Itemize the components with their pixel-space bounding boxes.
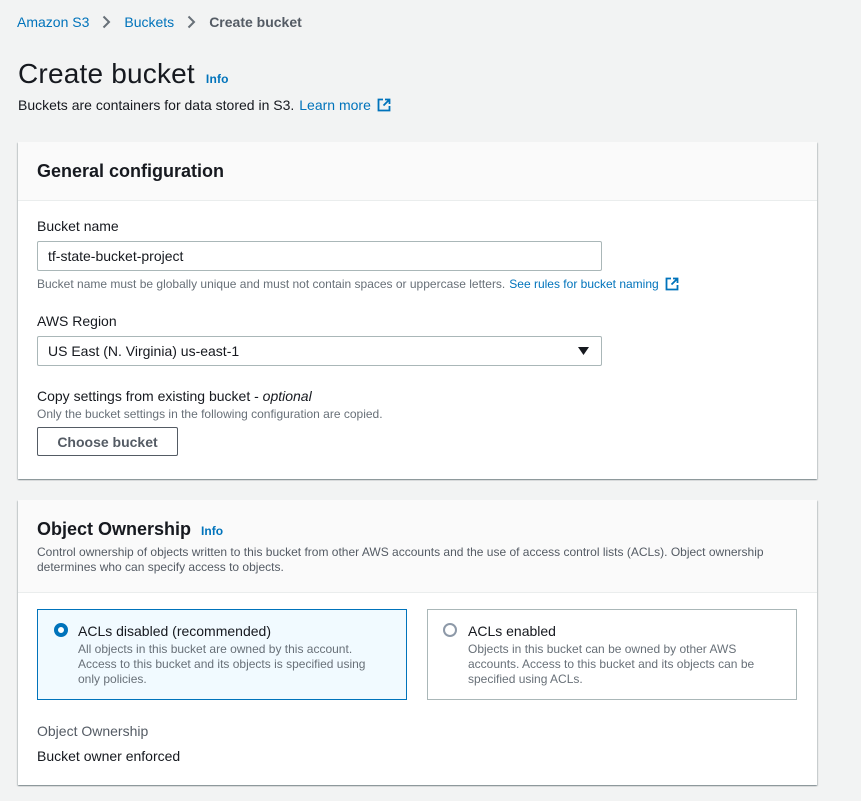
aws-region-label: AWS Region: [37, 313, 117, 329]
acls-enabled-title: ACLs enabled: [468, 623, 556, 639]
bucket-naming-rules-link[interactable]: See rules for bucket naming: [509, 277, 658, 291]
object-ownership-result-label: Object Ownership: [37, 723, 149, 739]
object-ownership-info-link[interactable]: Info: [201, 524, 223, 538]
choose-bucket-button[interactable]: Choose bucket: [37, 427, 178, 456]
page-description-text: Buckets are containers for data stored i…: [18, 97, 295, 113]
info-link[interactable]: Info: [206, 72, 229, 86]
breadcrumb-current: Create bucket: [209, 14, 302, 30]
acls-enabled-tile[interactable]: ACLs enabled Objects in this bucket can …: [427, 609, 797, 700]
aws-region-select[interactable]: US East (N. Virginia) us-east-1: [37, 336, 602, 366]
chevron-right-icon: [187, 15, 196, 29]
acls-enabled-description: Objects in this bucket can be owned by o…: [468, 642, 754, 687]
acls-disabled-desc-line1: All objects in this bucket are owned by …: [78, 642, 353, 656]
general-configuration-header: General configuration: [18, 142, 817, 201]
chevron-right-icon: [102, 15, 111, 29]
page-title: Create bucket: [18, 58, 195, 89]
copy-settings-label: Copy settings from existing bucket - opt…: [37, 388, 312, 404]
general-configuration-panel: General configuration Bucket name tf-sta…: [18, 142, 817, 479]
bucket-name-input[interactable]: tf-state-bucket-project: [37, 241, 602, 271]
breadcrumb: Amazon S3 Buckets Create bucket: [17, 12, 302, 32]
acls-enabled-radio[interactable]: [443, 623, 457, 637]
object-ownership-title-row: Object Ownership Info: [37, 519, 223, 540]
acls-disabled-tile[interactable]: ACLs disabled (recommended) All objects …: [37, 609, 407, 700]
acls-enabled-desc-line1: Objects in this bucket can be owned by o…: [468, 642, 737, 656]
acls-disabled-description: All objects in this bucket are owned by …: [78, 642, 365, 687]
general-configuration-title: General configuration: [37, 161, 225, 181]
object-ownership-header: Object Ownership Info Control ownership …: [18, 500, 817, 593]
bucket-name-value: tf-state-bucket-project: [48, 248, 184, 264]
bucket-name-label: Bucket name: [37, 218, 119, 234]
object-ownership-title: Object Ownership: [37, 519, 192, 539]
object-ownership-description-line1: Control ownership of objects written to …: [37, 545, 764, 559]
learn-more-link[interactable]: Learn more: [299, 97, 371, 113]
object-ownership-description-line2: determines who can specify access to obj…: [37, 560, 284, 574]
page-description: Buckets are containers for data stored i…: [18, 97, 391, 113]
copy-settings-hint: Only the bucket settings in the followin…: [37, 407, 383, 421]
copy-settings-text: Copy settings from existing bucket -: [37, 388, 263, 404]
acls-enabled-desc-line2: accounts. Access to this bucket and its …: [468, 657, 755, 671]
breadcrumb-amazon-s3[interactable]: Amazon S3: [17, 14, 89, 30]
object-ownership-description: Control ownership of objects written to …: [37, 545, 764, 575]
acls-disabled-desc-line2: Access to this bucket and its objects is…: [78, 657, 366, 671]
bucket-name-hint-text: Bucket name must be globally unique and …: [37, 277, 506, 291]
external-link-icon: [665, 277, 679, 291]
external-link-icon: [377, 98, 391, 112]
acls-disabled-desc-line3: only policies.: [78, 672, 147, 686]
acls-enabled-desc-line3: specified using ACLs.: [468, 672, 583, 686]
breadcrumb-buckets[interactable]: Buckets: [124, 14, 174, 30]
caret-down-icon: [578, 347, 589, 355]
copy-settings-optional: optional: [262, 388, 312, 404]
object-ownership-panel: Object Ownership Info Control ownership …: [18, 500, 817, 785]
aws-region-value: US East (N. Virginia) us-east-1: [48, 343, 240, 359]
acls-disabled-title: ACLs disabled (recommended): [78, 623, 271, 639]
page-title-row: Create bucket Info: [18, 58, 229, 90]
acls-disabled-radio[interactable]: [54, 623, 68, 637]
object-ownership-result-value: Bucket owner enforced: [37, 748, 181, 764]
bucket-name-hint: Bucket name must be globally unique and …: [37, 277, 679, 291]
